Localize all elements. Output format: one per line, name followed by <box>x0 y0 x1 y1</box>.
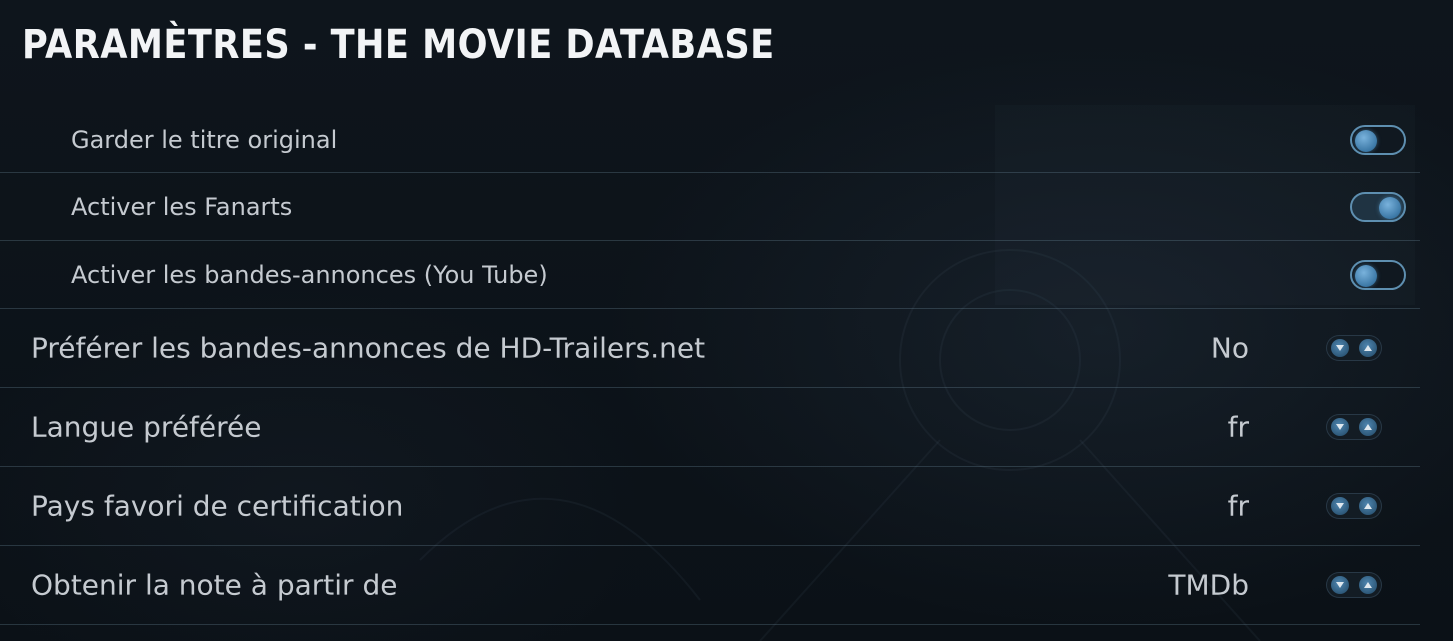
setting-value: fr <box>1227 489 1249 523</box>
value-spinner <box>1326 493 1382 519</box>
setting-row-enable-fanarts[interactable]: Activer les Fanarts <box>0 173 1420 241</box>
value-spinner <box>1326 335 1382 361</box>
setting-label: Pays favori de certification <box>31 489 404 523</box>
setting-label: Obtenir la note à partir de <box>31 568 398 602</box>
setting-label: Activer les Fanarts <box>71 192 293 221</box>
setting-value: TMDb <box>1168 568 1249 602</box>
chevron-up-icon[interactable] <box>1359 339 1377 357</box>
setting-row-prefer-hd-trailers[interactable]: Préférer les bandes-annonces de HD-Trail… <box>0 309 1420 388</box>
setting-row-enable-youtube-trailers[interactable]: Activer les bandes-annonces (You Tube) <box>0 241 1420 309</box>
setting-label: Langue préférée <box>31 410 262 444</box>
enable-fanarts-toggle[interactable] <box>1350 191 1406 222</box>
setting-row-keep-original-title[interactable]: Garder le titre original <box>0 107 1420 173</box>
chevron-up-icon[interactable] <box>1359 418 1377 436</box>
enable-youtube-trailers-toggle[interactable] <box>1350 259 1406 290</box>
chevron-up-icon[interactable] <box>1359 497 1377 515</box>
chevron-down-icon[interactable] <box>1331 576 1349 594</box>
keep-original-title-toggle[interactable] <box>1350 124 1406 155</box>
setting-label: Préférer les bandes-annonces de HD-Trail… <box>31 331 706 365</box>
setting-value: No <box>1210 331 1249 365</box>
setting-row-certification-country[interactable]: Pays favori de certification fr <box>0 467 1420 546</box>
toggle-knob <box>1355 129 1377 152</box>
setting-label: Garder le titre original <box>71 125 338 154</box>
chevron-up-icon[interactable] <box>1359 576 1377 594</box>
settings-list: Garder le titre original Activer les Fan… <box>0 107 1420 625</box>
setting-value: fr <box>1227 410 1249 444</box>
toggle-knob <box>1379 196 1401 219</box>
setting-row-preferred-language[interactable]: Langue préférée fr <box>0 388 1420 467</box>
setting-label: Activer les bandes-annonces (You Tube) <box>71 260 548 289</box>
value-spinner <box>1326 572 1382 598</box>
chevron-down-icon[interactable] <box>1331 497 1349 515</box>
setting-row-rating-source[interactable]: Obtenir la note à partir de TMDb <box>0 546 1420 625</box>
toggle-knob <box>1355 264 1377 287</box>
value-spinner <box>1326 414 1382 440</box>
page-title: PARAMÈTRES - THE MOVIE DATABASE <box>22 22 775 68</box>
chevron-down-icon[interactable] <box>1331 339 1349 357</box>
chevron-down-icon[interactable] <box>1331 418 1349 436</box>
